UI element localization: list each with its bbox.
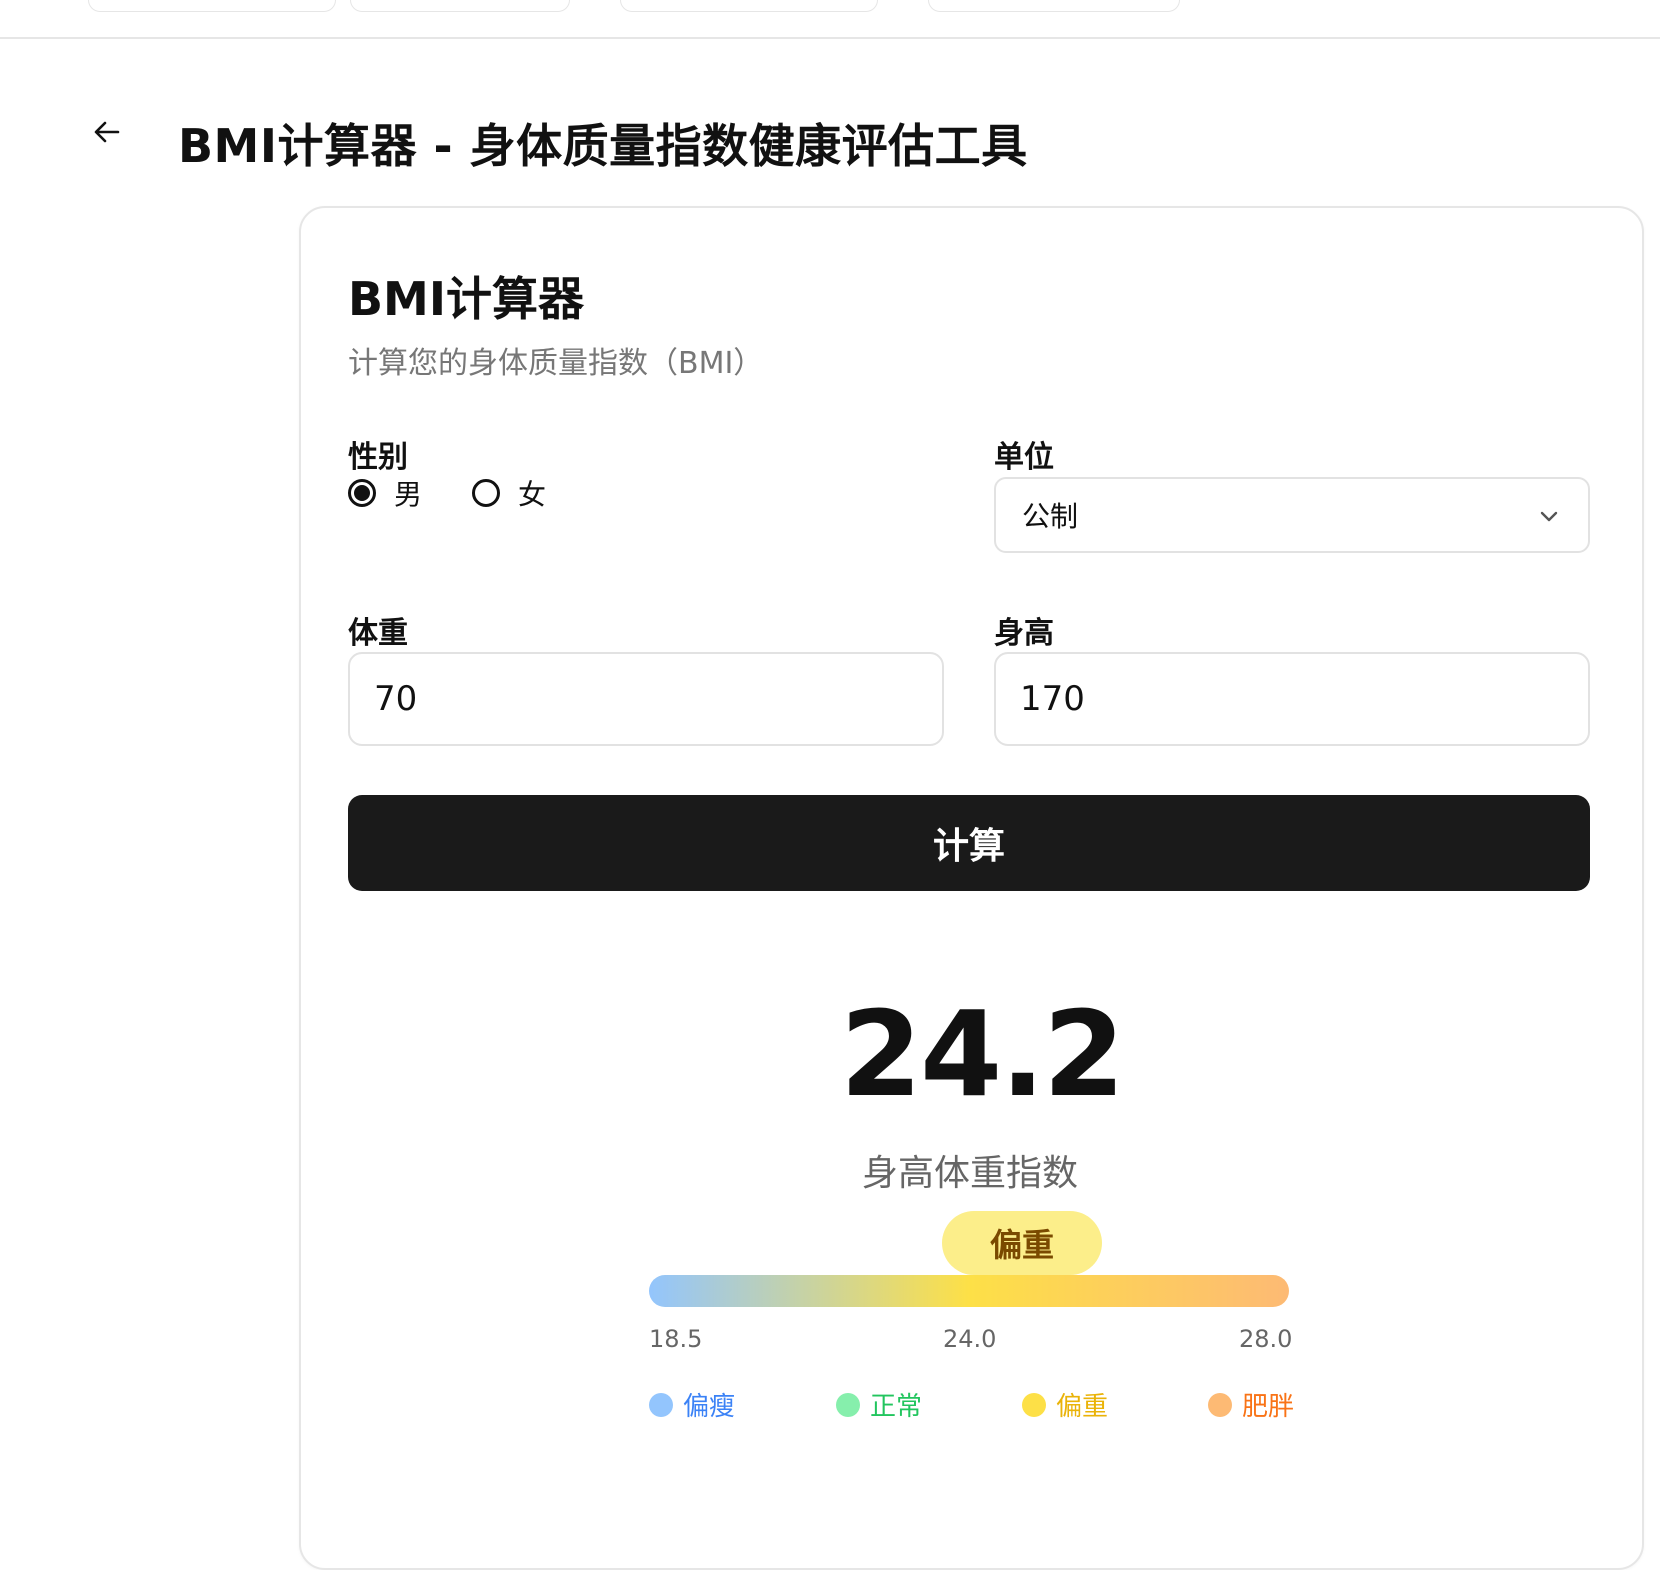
legend-label: 肥胖: [1242, 1392, 1295, 1422]
legend-item-obese: 肥胖: [1208, 1386, 1294, 1423]
top-tab[interactable]: [928, 0, 1180, 12]
gender-female-radio[interactable]: 女: [472, 473, 546, 513]
legend-label: 偏瘦: [683, 1392, 736, 1422]
radio-unchecked-icon: [472, 479, 500, 507]
top-tab[interactable]: [620, 0, 878, 12]
gender-label: 性别: [348, 440, 408, 475]
gender-male-label: 男: [394, 478, 423, 511]
scale-tick-label: 28.0: [1239, 1325, 1293, 1353]
height-label: 身高: [994, 616, 1054, 651]
legend-item-normal: 正常: [836, 1386, 922, 1423]
bmi-result-value: 24.2: [840, 985, 1125, 1123]
gender-female-label: 女: [518, 478, 547, 511]
legend-label: 正常: [870, 1392, 923, 1422]
chevron-down-icon: [1540, 511, 1558, 522]
calculate-button[interactable]: 计算: [348, 795, 1590, 891]
bmi-scale-bar: [649, 1275, 1289, 1307]
legend-dot: [649, 1392, 673, 1417]
scale-tick-label: 24.0: [943, 1325, 997, 1353]
status-badge: 偏重: [942, 1211, 1102, 1275]
legend-item-overweight: 偏重: [1022, 1386, 1108, 1423]
unit-label: 单位: [994, 440, 1054, 475]
back-arrow-icon[interactable]: [92, 118, 122, 146]
scale-tick-label: 18.5: [649, 1325, 703, 1353]
height-input[interactable]: [994, 652, 1590, 746]
top-tab-strip: [0, 0, 1660, 39]
top-tab[interactable]: [350, 0, 570, 12]
page-title: BMI计算器 - 身体质量指数健康评估工具: [178, 119, 1028, 173]
bmi-result-caption: 身高体重指数: [861, 1153, 1078, 1194]
radio-checked-icon: [348, 479, 376, 507]
legend-dot: [1208, 1392, 1232, 1417]
gender-male-radio[interactable]: 男: [348, 473, 422, 513]
legend-label: 偏重: [1056, 1392, 1109, 1422]
weight-label: 体重: [348, 616, 408, 651]
weight-input[interactable]: [348, 652, 944, 746]
legend-item-underweight: 偏瘦: [649, 1386, 735, 1423]
unit-select-value: 公制: [1022, 500, 1079, 533]
card-title: BMI计算器: [348, 272, 584, 326]
legend-dot: [1022, 1392, 1046, 1417]
legend-dot: [836, 1392, 860, 1417]
unit-select[interactable]: 公制: [994, 477, 1590, 553]
top-tab[interactable]: [88, 0, 336, 12]
card-subtitle: 计算您的身体质量指数（BMI）: [348, 346, 764, 381]
